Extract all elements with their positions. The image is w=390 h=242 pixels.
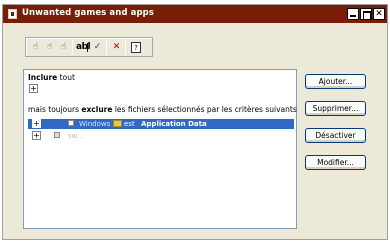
rule-row[interactable]: + sw... xyxy=(28,131,294,141)
app-icon xyxy=(8,9,17,19)
expand-icon[interactable]: + xyxy=(32,119,41,128)
rename-icon[interactable]: abl xyxy=(76,41,91,54)
rules-panel: Inclure tout + mais toujours exclure les… xyxy=(23,69,297,229)
title-bar[interactable]: Unwanted games and apps ✕ xyxy=(3,5,387,23)
rule-checkbox[interactable] xyxy=(68,120,74,126)
rule-field: sw... xyxy=(68,132,84,140)
toolbar-separator xyxy=(106,40,107,55)
add-button[interactable]: Ajouter... xyxy=(305,74,366,89)
rule-row-selected[interactable]: + Windows est Application Data xyxy=(28,119,294,129)
hand-minus-icon[interactable]: ☝ xyxy=(57,41,70,54)
hand-plus-icon[interactable]: ☝ xyxy=(43,41,56,54)
expand-icon[interactable]: + xyxy=(32,131,41,140)
rule-field: Windows xyxy=(79,120,111,128)
rule-value: Application Data xyxy=(141,120,207,128)
rule-operator: est xyxy=(124,120,135,128)
include-line: Inclure tout xyxy=(28,73,75,82)
help-icon[interactable]: ? xyxy=(131,42,141,53)
check-icon[interactable]: ✓ xyxy=(91,41,104,54)
maximize-button[interactable] xyxy=(360,8,372,20)
hand-icon[interactable]: ☝ xyxy=(29,41,42,54)
toolbar: ☝ ☝ ☝ abl ✓ ✕ ? xyxy=(25,37,153,57)
rule-checkbox[interactable] xyxy=(54,132,60,138)
include-expand-icon[interactable]: + xyxy=(29,84,38,93)
toolbar-separator xyxy=(72,40,73,55)
include-keyword: Inclure xyxy=(28,73,58,82)
disable-button[interactable]: Désactiver xyxy=(305,128,366,143)
remove-button[interactable]: Supprimer... xyxy=(305,101,366,116)
delete-icon[interactable]: ✕ xyxy=(110,41,123,54)
minimize-button[interactable] xyxy=(347,8,359,20)
close-button[interactable]: ✕ xyxy=(373,8,385,20)
exclude-post: les fichiers sélectionnés par les critèr… xyxy=(112,105,297,114)
modify-button[interactable]: Modifier... xyxy=(305,155,366,170)
window-title: Unwanted games and apps xyxy=(22,8,155,18)
exclude-pre: mais toujours xyxy=(28,105,82,114)
include-rest: tout xyxy=(57,73,75,82)
folder-icon xyxy=(113,120,122,127)
exclude-keyword: exclure xyxy=(81,105,113,114)
exclude-line: mais toujours exclure les fichiers sélec… xyxy=(28,105,297,114)
main-window: Unwanted games and apps ✕ ☝ ☝ ☝ abl ✓ ✕ … xyxy=(2,4,388,240)
toolbar-separator xyxy=(125,40,126,55)
